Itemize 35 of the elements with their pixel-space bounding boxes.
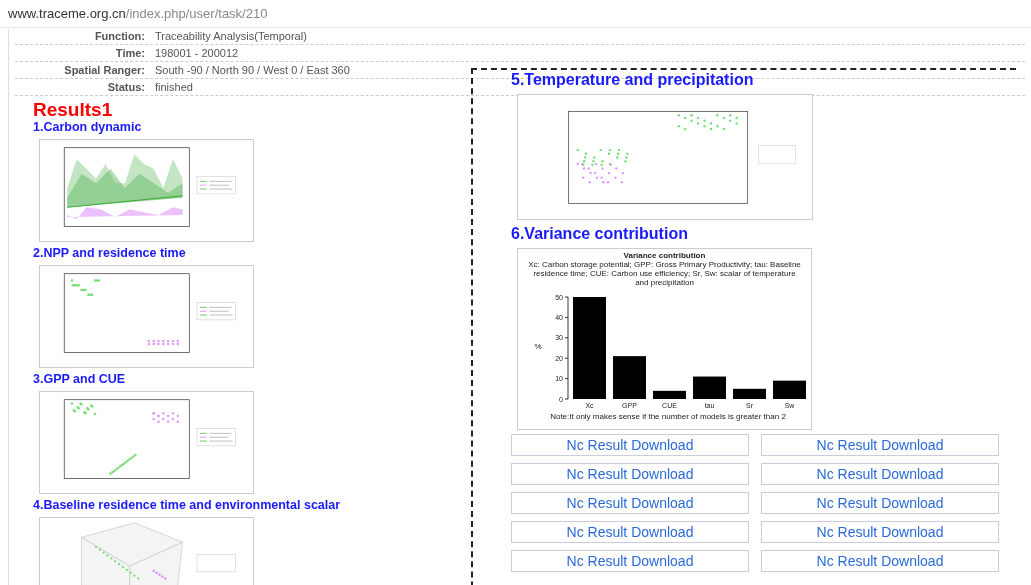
field-label: Function: (93, 29, 146, 45)
bar (733, 388, 766, 399)
chart-subtitle: Xc: Carbon storage potential; GPP: Gross Primary Productivity; tau: Baseline residence time; CUE: Carbon use efficiency; Sr, Sw: scalar of temperature and precipitation (527, 260, 802, 287)
axis-label: % (534, 342, 542, 351)
section-heading: 6.Variance contribution (511, 224, 689, 244)
field-value: finished (155, 80, 193, 96)
results-title: Results1 (33, 100, 114, 120)
bar (613, 356, 646, 399)
section-heading: 3.GPP and CUE (33, 372, 127, 387)
section-heading: 1.Carbon dynamic (33, 120, 143, 135)
download-button[interactable]: Nc Result Download (511, 492, 749, 514)
download-button[interactable]: Nc Result Download (511, 550, 749, 572)
download-button[interactable]: Nc Result Download (761, 521, 999, 543)
download-button[interactable]: Nc Result Download (511, 521, 749, 543)
download-button[interactable]: Nc Result Download (761, 550, 999, 572)
field-value: South -90 / North 90 / West 0 / East 360 (155, 63, 350, 79)
download-button[interactable]: Nc Result Download (761, 434, 999, 456)
url-text[interactable]: www.traceme.org.cn/index.php/user/task/210 (8, 6, 268, 21)
section-heading: 2.NPP and residence time (33, 246, 187, 261)
field-value: 198001 - 200012 (155, 46, 239, 62)
chart-note: Note:It only makes sense if the number of models is greater than 2 (550, 412, 786, 421)
bar (773, 380, 806, 399)
field-label: Time: (114, 46, 146, 62)
chart-title: Variance contribution (622, 250, 707, 260)
bar (653, 390, 686, 399)
field-label: Status: (106, 80, 146, 96)
field-label: Spatial Ranger: (63, 63, 146, 79)
field-value: Traceability Analysis(Temporal) (155, 29, 307, 45)
section-heading: 5.Temperature and precipitation (511, 70, 755, 90)
section-heading: 4.Baseline residence time and environmental scalar (33, 498, 342, 513)
download-button[interactable]: Nc Result Download (761, 492, 999, 514)
download-button[interactable]: Nc Result Download (511, 434, 749, 456)
download-button[interactable]: Nc Result Download (761, 463, 999, 485)
bar (693, 376, 726, 399)
download-button[interactable]: Nc Result Download (511, 463, 749, 485)
